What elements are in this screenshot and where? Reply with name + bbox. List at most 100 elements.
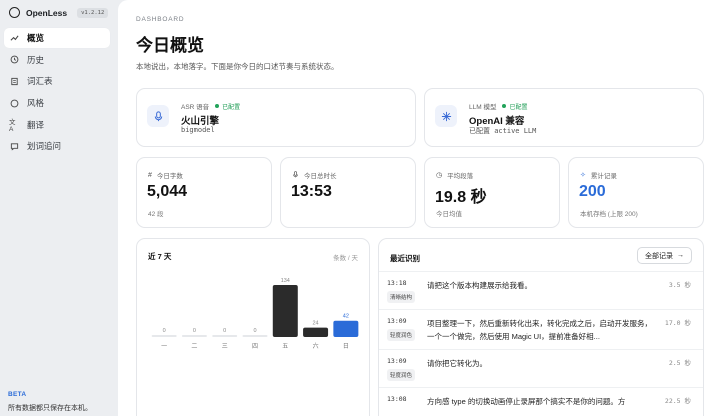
status-text: 已配置 bbox=[509, 104, 528, 111]
sidebar-item-label: 概览 bbox=[27, 33, 45, 43]
stat-note: 本机存档 (上限 200) bbox=[580, 211, 638, 218]
bar-value-label: 0 bbox=[163, 328, 166, 334]
record-tag: 轻度润色 bbox=[387, 369, 416, 381]
record-tag: 轻度润色 bbox=[387, 329, 416, 341]
arrow-right-icon: → bbox=[677, 252, 684, 259]
stat-note: 今日均值 bbox=[436, 211, 462, 218]
x-tick-label: 二 bbox=[191, 344, 197, 350]
privacy-note: 所有数据都只保存在本机。 bbox=[8, 405, 92, 412]
sidebar-item-style[interactable]: 风格 bbox=[4, 93, 110, 113]
sidebar-item-history[interactable]: 历史 bbox=[4, 50, 110, 70]
clock-icon: ◷ bbox=[436, 172, 443, 179]
bar-三 bbox=[212, 335, 238, 337]
status-dot-icon bbox=[502, 104, 507, 108]
x-tick-label: 四 bbox=[252, 343, 258, 350]
list-item[interactable]: 13:09 轻度润色 项目整理一下，然后重新转化出来，转化完成之后，启动开发服务… bbox=[379, 309, 703, 349]
recent-list: 13:18 清晰结构 请把这个版本构建展示给我看。 3.5 秒 13:09 轻度… bbox=[379, 271, 703, 414]
x-tick-label: 五 bbox=[282, 343, 288, 350]
mic-icon bbox=[292, 170, 299, 180]
sparkle-icon: ✧ bbox=[580, 172, 586, 179]
sidebar-item-label: 翻译 bbox=[27, 119, 45, 130]
x-tick-label: 六 bbox=[313, 342, 319, 350]
status-text: 已配置 bbox=[222, 104, 241, 111]
sidebar-item-label: 风格 bbox=[27, 98, 45, 109]
list-item[interactable]: 13:08 方向感 type 的切换动画停止录屏那个搞实不是你的问题。方 22.… bbox=[379, 387, 703, 414]
page-title: 今日概览 bbox=[136, 36, 204, 55]
stat-value: 200 bbox=[579, 183, 606, 200]
all-records-label: 全部记录 bbox=[645, 252, 673, 260]
sidebar-item-ask[interactable]: 划词追问 bbox=[4, 136, 110, 156]
translate-icon: 文A bbox=[9, 119, 16, 134]
stat-label: 平均段落 bbox=[447, 173, 474, 180]
status-dot-icon bbox=[215, 104, 220, 108]
sidebar-item-overview[interactable]: 概览 bbox=[4, 28, 110, 48]
sidebar-item-label: 历史 bbox=[27, 54, 45, 65]
bar-value-label: 24 bbox=[313, 321, 319, 327]
bar-value-label: 0 bbox=[193, 328, 196, 334]
record-time: 13:09 bbox=[387, 317, 407, 325]
sidebar: OpenLess v1.2.12 概览 历史 词汇表 风格 文A 翻译 划词追问… bbox=[0, 0, 116, 416]
bar-value-label: 134 bbox=[281, 278, 290, 284]
bar-日 bbox=[333, 320, 359, 337]
logo-icon bbox=[9, 7, 20, 18]
bar-一 bbox=[151, 335, 177, 337]
list-item[interactable]: 13:09 轻度润色 请你把它转化为。 2.5 秒 bbox=[379, 349, 703, 387]
bar-value-label: 42 bbox=[343, 314, 349, 320]
x-tick-label: 一 bbox=[161, 344, 167, 350]
record-text: 方向感 type 的切换动画停止录屏那个搞实不是你的问题。方 bbox=[427, 397, 626, 406]
trend-icon bbox=[9, 33, 19, 43]
service-model: bigmodel bbox=[181, 126, 215, 134]
status-badge: 已配置 bbox=[502, 102, 527, 111]
stat-label: 今日总时长 bbox=[304, 173, 337, 180]
app-name: OpenLess bbox=[26, 7, 68, 18]
main-content: DASHBOARD 今日概览 本地说出，本地落字。下面是你今日的口述节奏与系统状… bbox=[118, 0, 723, 416]
bar-value-label: 0 bbox=[223, 328, 226, 334]
page-subtitle: 本地说出，本地落字。下面是你今日的口述节奏与系统状态。 bbox=[136, 62, 339, 71]
bar-四 bbox=[242, 335, 268, 337]
stat-card-duration: 今日总时长 13:53 bbox=[280, 157, 416, 228]
record-time: 13:18 bbox=[387, 279, 407, 287]
book-icon bbox=[9, 76, 19, 86]
record-text: 项目整理一下，然后重新转化出来，转化完成之后，启动开发服务，一个一个做完，然后使… bbox=[427, 319, 652, 341]
hash-icon: # bbox=[148, 171, 152, 179]
stat-card-average: ◷ 平均段落 19.8 秒 今日均值 bbox=[424, 157, 560, 228]
x-tick-label: 日 bbox=[343, 343, 349, 350]
palette-icon bbox=[9, 98, 19, 108]
record-text: 请你把它转化为。 bbox=[427, 359, 487, 368]
sidebar-nav: 概览 历史 词汇表 风格 文A 翻译 划词追问 bbox=[4, 28, 110, 158]
sidebar-item-translate[interactable]: 文A 翻译 bbox=[4, 115, 110, 135]
brand: OpenLess v1.2.12 bbox=[9, 7, 109, 18]
weekly-bar-chart: 0 一 0 二 0 三 0 四 134 五 24 六 42 日 bbox=[151, 278, 359, 350]
sidebar-item-label: 划词追问 bbox=[27, 141, 62, 152]
record-time: 13:08 bbox=[387, 395, 407, 403]
record-text: 请把这个版本构建展示给我看。 bbox=[427, 281, 532, 290]
bar-五 bbox=[272, 285, 298, 337]
stat-card-total: ✧ 累计记录 200 本机存档 (上限 200) bbox=[568, 157, 704, 228]
stat-value: 19.8 秒 bbox=[435, 189, 487, 206]
status-badge: 已配置 bbox=[215, 102, 240, 111]
record-tag: 清晰结构 bbox=[387, 291, 416, 303]
bar-value-label: 0 bbox=[253, 328, 256, 334]
version-badge: v1.2.12 bbox=[77, 7, 109, 18]
sidebar-item-glossary[interactable]: 词汇表 bbox=[4, 71, 110, 91]
asr-service-card[interactable]: ASR 语音 已配置 火山引擎 bigmodel bbox=[136, 88, 416, 147]
sidebar-item-label: 词汇表 bbox=[27, 76, 53, 87]
stat-card-words: # 今日字数 5,044 42 段 bbox=[136, 157, 272, 228]
stat-label: 累计记录 bbox=[590, 173, 617, 180]
service-kind: ASR 语音 bbox=[181, 104, 210, 111]
history-icon bbox=[9, 55, 19, 65]
service-name: OpenAI 兼容 bbox=[469, 116, 525, 127]
stat-value: 13:53 bbox=[291, 183, 332, 200]
list-item[interactable]: 13:18 清晰结构 请把这个版本构建展示给我看。 3.5 秒 bbox=[379, 271, 703, 309]
all-records-button[interactable]: 全部记录 → bbox=[637, 247, 692, 264]
weekly-chart-card: 近 7 天 条数 / 天 0 一 0 二 0 三 0 四 134 五 24 六 42 日 bbox=[136, 238, 370, 416]
llm-service-card[interactable]: LLM 模型 已配置 OpenAI 兼容 已配置 active LLM bbox=[424, 88, 704, 147]
record-duration: 17.0 秒 bbox=[664, 319, 691, 327]
breadcrumb: DASHBOARD bbox=[136, 16, 185, 23]
stat-label: 今日字数 bbox=[156, 173, 183, 180]
stat-value: 5,044 bbox=[147, 183, 188, 200]
chat-icon bbox=[9, 141, 19, 151]
recent-title: 最近识别 bbox=[390, 254, 420, 263]
beta-badge: BETA bbox=[8, 391, 27, 398]
record-duration: 22.5 秒 bbox=[664, 397, 691, 405]
